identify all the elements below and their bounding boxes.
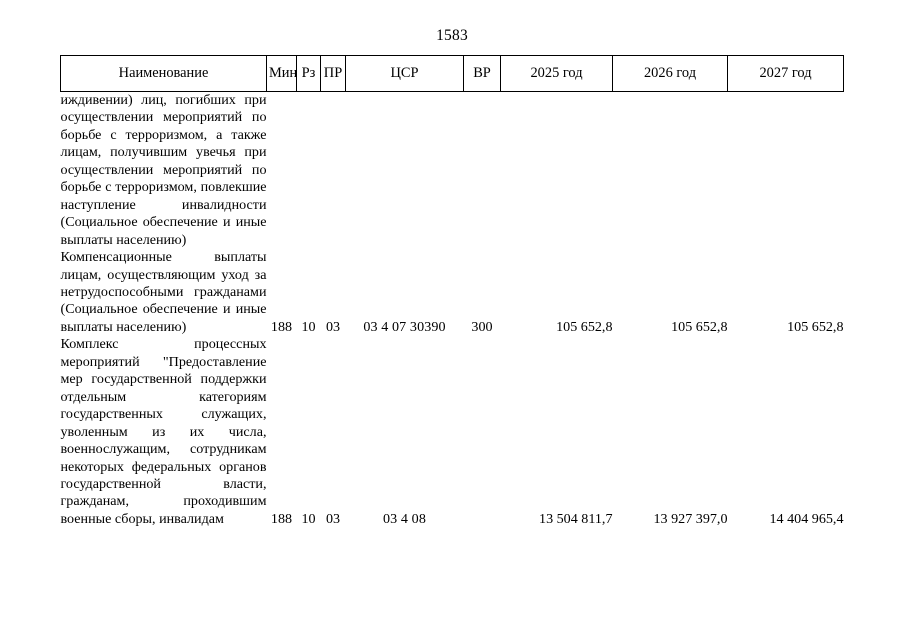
row-amount-2025-cell — [501, 92, 613, 250]
column-header-year-2025: 2025 год — [500, 55, 613, 92]
row-vr-cell: 300 — [471, 318, 493, 335]
budget-table-container: Наименование Мин Рз ПР ЦСР ВР 2025 год 2… — [60, 55, 844, 528]
column-header-csr: ЦСР — [345, 55, 464, 92]
row-min-cell: 188 — [270, 318, 293, 335]
column-header-vr: ВР — [463, 55, 501, 92]
row-amount-2027-cell: 14 404 965,4 — [769, 510, 844, 527]
row-amount-2026-cell — [613, 92, 728, 250]
row-csr-cell: 03 4 07 30390 — [363, 318, 446, 335]
row-pr-cell: 03 — [325, 318, 341, 335]
row-amount-2026-cell: 13 927 397,0 — [653, 510, 728, 527]
row-vr-cell — [464, 92, 501, 250]
row-amount-2026-cell: 105 652,8 — [671, 318, 728, 335]
budget-table: Наименование Мин Рз ПР ЦСР ВР 2025 год 2… — [60, 55, 844, 528]
page-number: 1583 — [436, 27, 468, 44]
row-name-cell: Компенсационные выплаты лицам, осуществл… — [61, 249, 267, 336]
column-header-pr: ПР — [320, 55, 346, 92]
table-header-row: Наименование Мин Рз ПР ЦСР ВР 2025 год 2… — [60, 55, 844, 92]
row-pr-cell — [321, 92, 346, 250]
row-rz-cell: 10 — [301, 318, 316, 335]
row-min-cell — [267, 92, 297, 250]
row-amount-2027-cell: 105 652,8 — [787, 318, 844, 335]
row-name-cell: иждивении) лиц, погибших при осуществлен… — [61, 92, 267, 250]
row-amount-2025-cell: 13 504 811,7 — [539, 510, 613, 527]
row-vr-cell — [464, 336, 501, 528]
row-name-cell: Комплекс процессных мероприятий "Предост… — [61, 336, 267, 528]
row-rz-cell — [297, 92, 321, 250]
row-amount-2025-cell: 105 652,8 — [556, 318, 613, 335]
row-csr-cell — [346, 92, 464, 250]
column-header-name: Наименование — [60, 55, 267, 92]
column-header-rz: Рз — [296, 55, 321, 92]
row-csr-cell: 03 4 08 — [383, 510, 426, 527]
column-header-year-2027: 2027 год — [727, 55, 844, 92]
row-name-text: Комплекс процессных мероприятий "Предост… — [60, 336, 267, 527]
row-pr-cell: 03 — [325, 510, 341, 527]
table-row: Компенсационные выплаты лицам, осуществл… — [61, 249, 844, 336]
table-row: Комплекс процессных мероприятий "Предост… — [61, 336, 844, 528]
table-row: иждивении) лиц, погибших при осуществлен… — [61, 92, 844, 250]
row-amount-2027-cell — [728, 92, 844, 250]
column-header-year-2026: 2026 год — [612, 55, 728, 92]
column-header-min: Мин — [266, 55, 297, 92]
row-name-text: Компенсационные выплаты лицам, осуществл… — [60, 249, 267, 335]
row-min-cell: 188 — [270, 510, 293, 527]
row-name-text: иждивении) лиц, погибших при осуществлен… — [60, 92, 267, 248]
row-rz-cell: 10 — [301, 510, 316, 527]
